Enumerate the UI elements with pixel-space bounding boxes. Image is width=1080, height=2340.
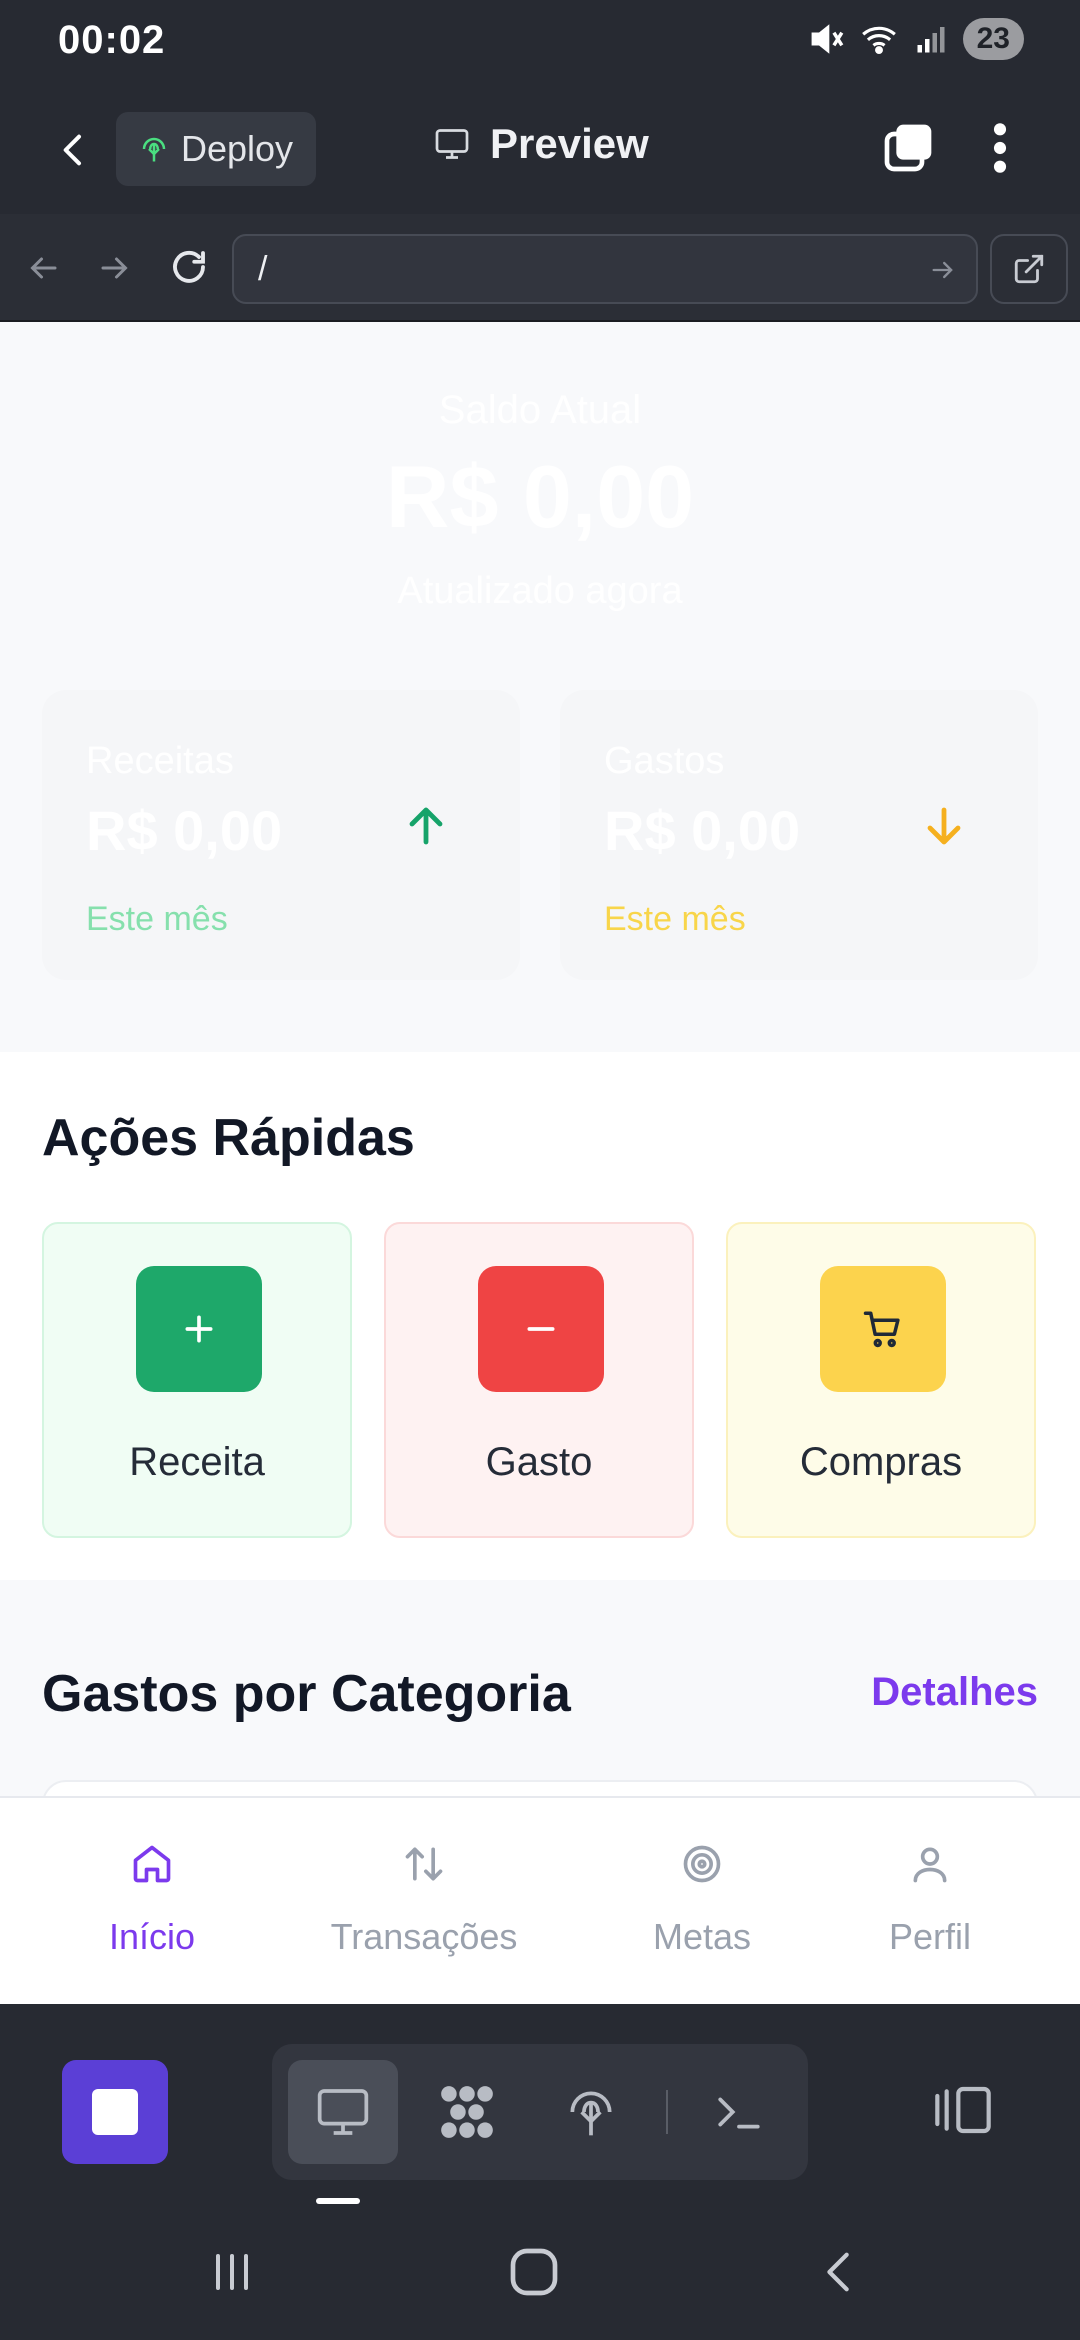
stop-icon bbox=[92, 2089, 138, 2135]
wifi-icon bbox=[861, 26, 896, 55]
quick-action-income-label: Receita bbox=[129, 1440, 265, 1484]
transfer-arrows-icon bbox=[405, 1847, 443, 1881]
balance-label: Saldo Atual bbox=[438, 388, 642, 432]
quick-actions-section: Ações Rápidas Receita Gasto Compras bbox=[0, 1052, 1080, 1580]
nav-item-home[interactable]: Início bbox=[52, 1798, 252, 2006]
mute-icon bbox=[811, 24, 843, 54]
monitor-icon bbox=[317, 2089, 369, 2135]
recent-apps-icon[interactable] bbox=[206, 2248, 258, 2296]
income-amount: R$ 0,00 bbox=[86, 799, 283, 862]
quick-actions-title: Ações Rápidas bbox=[42, 1109, 415, 1167]
quick-action-expense[interactable]: Gasto bbox=[384, 1222, 694, 1538]
browser-forward-icon[interactable] bbox=[96, 250, 134, 286]
monitor-icon bbox=[435, 129, 469, 159]
status-time: 00:02 bbox=[58, 18, 166, 62]
home-button-icon[interactable] bbox=[506, 2244, 562, 2300]
balance-amount: R$ 0,00 bbox=[385, 447, 695, 546]
deploy-button[interactable]: Deploy bbox=[116, 112, 316, 186]
app-bar: Deploy Preview bbox=[0, 84, 1080, 214]
go-arrow-icon[interactable] bbox=[928, 256, 958, 284]
arrow-up-icon bbox=[409, 807, 443, 845]
expense-label: Gastos bbox=[604, 740, 725, 782]
toolbar-divider bbox=[666, 2090, 668, 2134]
quick-action-shopping[interactable]: Compras bbox=[726, 1222, 1036, 1538]
nav-label-profile: Perfil bbox=[888, 1916, 972, 1957]
system-back-icon[interactable] bbox=[816, 2246, 862, 2298]
deploy-label: Deploy bbox=[180, 128, 294, 169]
nav-item-transactions[interactable]: Transações bbox=[304, 1798, 544, 2006]
reload-icon[interactable] bbox=[168, 246, 210, 288]
tool-group bbox=[272, 2044, 808, 2180]
balance-updated: Atualizado agora bbox=[397, 570, 683, 612]
system-nav-bar bbox=[0, 2204, 1080, 2340]
deploy-icon bbox=[142, 137, 166, 162]
nav-item-goals[interactable]: Metas bbox=[602, 1798, 802, 2006]
editor-toolbar bbox=[0, 2004, 1080, 2204]
terminal-icon bbox=[718, 2097, 760, 2129]
income-subtitle: Este mês bbox=[86, 900, 228, 938]
quick-action-shopping-label: Compras bbox=[799, 1440, 963, 1484]
bottom-nav: Início Transações Metas Perfil bbox=[0, 1796, 1080, 2004]
tool-workspace[interactable] bbox=[412, 2060, 522, 2164]
expense-card[interactable]: Gastos R$ 0,00 Este mês bbox=[560, 690, 1038, 980]
quick-action-income[interactable]: Receita bbox=[42, 1222, 352, 1538]
income-card[interactable]: Receitas R$ 0,00 Este mês bbox=[42, 690, 520, 980]
tool-deploy[interactable] bbox=[536, 2060, 646, 2164]
grid-icon bbox=[441, 2086, 493, 2138]
tool-terminal[interactable] bbox=[684, 2060, 794, 2164]
deploy-icon bbox=[570, 2091, 612, 2136]
target-icon bbox=[683, 1845, 721, 1883]
nav-item-profile[interactable]: Perfil bbox=[830, 1798, 1030, 2006]
split-view-icon[interactable] bbox=[930, 2082, 996, 2138]
income-label: Receitas bbox=[86, 740, 234, 782]
url-bar: / bbox=[0, 214, 1080, 322]
preview-label: Preview bbox=[490, 120, 649, 167]
tabs-icon[interactable] bbox=[880, 120, 936, 176]
preview-title: Preview bbox=[432, 120, 649, 168]
tool-preview[interactable] bbox=[288, 2060, 398, 2164]
open-external-button[interactable] bbox=[990, 234, 1068, 304]
cart-icon bbox=[820, 1266, 946, 1392]
user-icon bbox=[913, 1847, 947, 1883]
arrow-down-icon bbox=[927, 807, 961, 845]
web-preview: Saldo Atual R$ 0,00 Atualizado agora Rec… bbox=[0, 322, 1080, 1802]
nav-label-goals: Metas bbox=[652, 1916, 752, 1957]
home-icon bbox=[133, 1845, 171, 1883]
plus-icon bbox=[136, 1266, 262, 1392]
url-value: / bbox=[258, 250, 268, 288]
status-icons: 23 bbox=[807, 18, 1024, 60]
expense-amount: R$ 0,00 bbox=[604, 799, 801, 862]
url-input[interactable]: / bbox=[232, 234, 978, 304]
nav-label-home: Início bbox=[108, 1916, 196, 1957]
details-link[interactable]: Detalhes bbox=[871, 1670, 1038, 1715]
browser-back-icon[interactable] bbox=[24, 250, 62, 286]
minus-icon bbox=[478, 1266, 604, 1392]
signal-icon bbox=[917, 27, 945, 53]
back-icon[interactable] bbox=[54, 128, 94, 172]
stop-button[interactable] bbox=[62, 2060, 168, 2164]
expense-subtitle: Este mês bbox=[604, 900, 746, 938]
balance-section: Saldo Atual R$ 0,00 Atualizado agora Rec… bbox=[0, 322, 1080, 1052]
more-options-icon[interactable] bbox=[982, 120, 1018, 176]
categories-section: Gastos por Categoria Detalhes bbox=[0, 1580, 1080, 1802]
nav-label-transactions: Transações bbox=[330, 1916, 518, 1957]
quick-action-expense-label: Gasto bbox=[485, 1440, 593, 1484]
external-link-icon bbox=[1014, 254, 1044, 284]
battery-level: 23 bbox=[962, 18, 1024, 60]
status-bar: 00:02 23 bbox=[0, 0, 1080, 84]
categories-title: Gastos por Categoria bbox=[42, 1665, 571, 1723]
